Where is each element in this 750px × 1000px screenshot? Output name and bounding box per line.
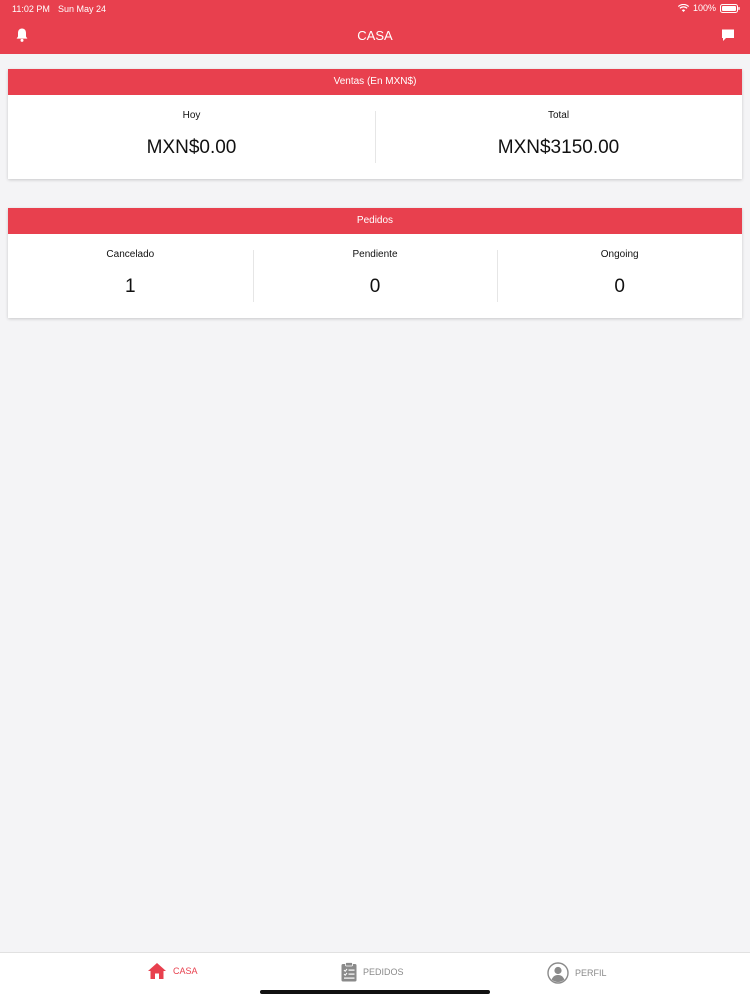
- status-date: Sun May 24: [58, 4, 107, 14]
- user-icon: [547, 962, 569, 984]
- home-indicator: [260, 990, 490, 994]
- ventas-card-title: Ventas (En MXN$): [8, 69, 742, 95]
- battery-percentage: 100%: [692, 3, 716, 13]
- stat-label: Ongoing: [600, 249, 639, 260]
- ventas-stat-total: Total MXN$3150.00: [375, 95, 742, 179]
- clipboard-icon: [341, 962, 357, 982]
- tab-perfil[interactable]: PERFIL: [547, 962, 607, 984]
- status-indicators: 100%: [677, 3, 740, 13]
- stat-value: 0: [369, 276, 381, 297]
- wifi-icon: [677, 4, 689, 12]
- home-icon: [147, 962, 167, 980]
- status-time: 11:02 PM: [12, 4, 50, 14]
- bottom-tab-bar: CASA PEDIDOS PERFIL: [0, 952, 750, 1000]
- stat-value: MXN$3150.00: [497, 137, 620, 158]
- battery-icon: [720, 3, 740, 13]
- page-title: CASA: [357, 28, 393, 43]
- app-header: 11:02 PM Sun May 24 100% CASA: [0, 0, 750, 54]
- chat-icon[interactable]: [720, 27, 736, 43]
- pedidos-stat-pendiente[interactable]: Pendiente 0: [252, 234, 498, 318]
- pedidos-stats: Cancelado 1 Pendiente 0 Ongoing 0: [8, 234, 742, 318]
- tab-pedidos[interactable]: PEDIDOS: [341, 962, 404, 982]
- stat-label: Hoy: [182, 110, 201, 121]
- stat-value: MXN$0.00: [146, 137, 237, 158]
- pedidos-card-title: Pedidos: [8, 208, 742, 234]
- pedidos-card: Pedidos Cancelado 1 Pendiente 0 Ongoing …: [8, 208, 742, 318]
- stat-label: Cancelado: [106, 249, 155, 260]
- pedidos-stat-cancelado[interactable]: Cancelado 1: [8, 234, 253, 318]
- stat-value: 1: [125, 276, 136, 297]
- tab-label-pedidos: PEDIDOS: [363, 967, 404, 977]
- stat-value: 0: [614, 276, 625, 297]
- tab-label-perfil: PERFIL: [575, 968, 607, 978]
- stat-label: Total: [547, 110, 570, 121]
- ventas-card: Ventas (En MXN$) Hoy MXN$0.00 Total MXN$…: [8, 69, 742, 179]
- status-bar: 11:02 PM Sun May 24 100%: [0, 0, 750, 18]
- tab-casa[interactable]: CASA: [147, 962, 198, 980]
- tab-label-casa: CASA: [173, 966, 198, 976]
- ventas-stat-hoy: Hoy MXN$0.00: [8, 95, 375, 179]
- pedidos-stat-ongoing[interactable]: Ongoing 0: [497, 234, 742, 318]
- ventas-stats: Hoy MXN$0.00 Total MXN$3150.00: [8, 95, 742, 179]
- stat-label: Pendiente: [352, 249, 398, 260]
